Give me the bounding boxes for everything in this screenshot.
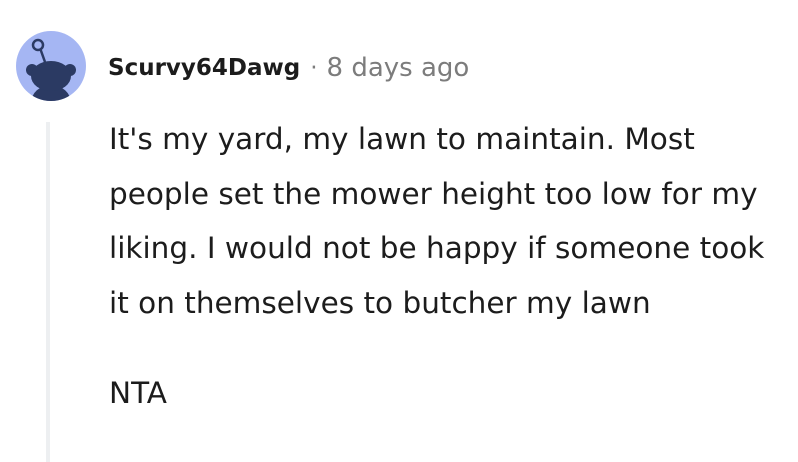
- comment-timestamp[interactable]: 8 days ago: [327, 53, 470, 83]
- comment-body: It's my yard, my lawn to maintain. Most …: [109, 112, 789, 421]
- user-avatar[interactable]: [16, 31, 86, 101]
- meta-separator: ·: [310, 55, 318, 81]
- author-username[interactable]: Scurvy64Dawg: [108, 55, 300, 81]
- comment-paragraph: NTA: [109, 376, 167, 410]
- thread-line[interactable]: [46, 122, 50, 462]
- comment-paragraph: It's my yard, my lawn to maintain. Most …: [109, 122, 765, 320]
- comment-meta: Scurvy64Dawg · 8 days ago: [108, 48, 469, 88]
- comment: Scurvy64Dawg · 8 days ago It's my yard, …: [0, 0, 798, 462]
- snoo-avatar-icon: [26, 38, 76, 101]
